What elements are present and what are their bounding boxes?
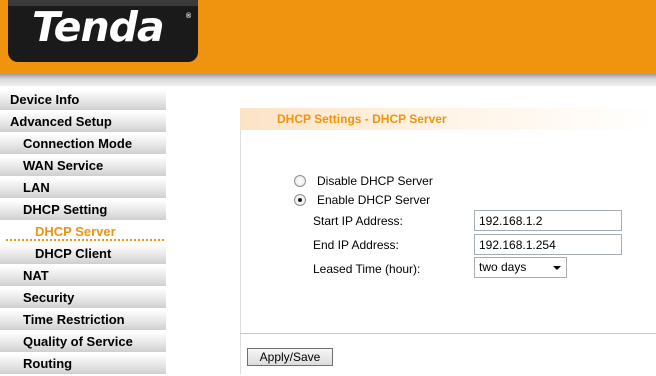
sidebar-nav: Device Info Advanced Setup Connection Mo…: [0, 90, 166, 376]
end-ip-label: End IP Address:: [313, 238, 399, 252]
disable-dhcp-label: Disable DHCP Server: [317, 174, 433, 188]
leased-time-value: two days: [479, 260, 527, 274]
sidebar-item-label: LAN: [23, 180, 50, 195]
sidebar-item-time-restriction[interactable]: Time Restriction: [0, 310, 166, 330]
end-ip-input[interactable]: [474, 234, 622, 255]
sidebar-item-nat[interactable]: NAT: [0, 266, 166, 286]
tenda-logo: Tenda ®: [8, 0, 198, 62]
sidebar-item-dhcp-setting[interactable]: DHCP Setting: [0, 200, 166, 220]
sidebar-item-wan-service[interactable]: WAN Service: [0, 156, 166, 176]
enable-dhcp-label: Enable DHCP Server: [317, 193, 431, 207]
logo-text: Tenda: [32, 3, 165, 51]
sidebar-item-label: Routing: [23, 356, 73, 371]
header-bar: Tenda ®: [0, 0, 656, 74]
sidebar-item-label: Advanced Setup: [10, 114, 112, 129]
sidebar-item-lan[interactable]: LAN: [0, 178, 166, 198]
header-divider: [0, 74, 656, 86]
form-divider: [240, 333, 656, 334]
content-left-border: [240, 130, 241, 374]
leased-time-select[interactable]: two days: [474, 257, 567, 278]
registered-mark: ®: [186, 13, 192, 20]
sidebar-item-label: DHCP Setting: [23, 202, 108, 217]
sidebar-item-label: Time Restriction: [23, 312, 125, 327]
sidebar-item-security[interactable]: Security: [0, 288, 166, 308]
sidebar-item-label: Security: [23, 290, 75, 305]
chevron-down-icon: [553, 266, 561, 270]
sidebar-item-dhcp-client[interactable]: DHCP Client: [0, 244, 166, 264]
sidebar-item-label: Quality of Service: [23, 334, 133, 349]
sidebar-item-routing[interactable]: Routing: [0, 354, 166, 374]
sidebar-item-label: Device Info: [10, 92, 80, 107]
sidebar-item-advanced-setup[interactable]: Advanced Setup: [0, 112, 166, 132]
sidebar-item-label: Connection Mode: [23, 136, 133, 151]
disable-dhcp-option[interactable]: Disable DHCP Server: [294, 173, 433, 189]
sidebar-item-quality-of-service[interactable]: Quality of Service: [0, 332, 166, 352]
sidebar-item-dhcp-server[interactable]: DHCP Server: [0, 222, 166, 242]
sidebar-item-label: NAT: [23, 268, 49, 283]
section-title: DHCP Settings - DHCP Server: [240, 108, 656, 130]
sidebar-item-device-info[interactable]: Device Info: [0, 90, 166, 110]
enable-dhcp-option[interactable]: Enable DHCP Server: [294, 192, 430, 208]
disable-dhcp-radio[interactable]: [294, 175, 306, 187]
leased-time-label: Leased Time (hour):: [313, 262, 421, 276]
start-ip-input[interactable]: [474, 210, 622, 231]
sidebar-item-label: DHCP Server: [35, 224, 116, 239]
sidebar-item-label: WAN Service: [23, 158, 104, 173]
sidebar-item-label: DHCP Client: [35, 246, 112, 261]
sidebar-item-connection-mode[interactable]: Connection Mode: [0, 134, 166, 154]
apply-save-button[interactable]: Apply/Save: [247, 348, 333, 366]
start-ip-label: Start IP Address:: [313, 214, 403, 228]
enable-dhcp-radio[interactable]: [294, 194, 306, 206]
